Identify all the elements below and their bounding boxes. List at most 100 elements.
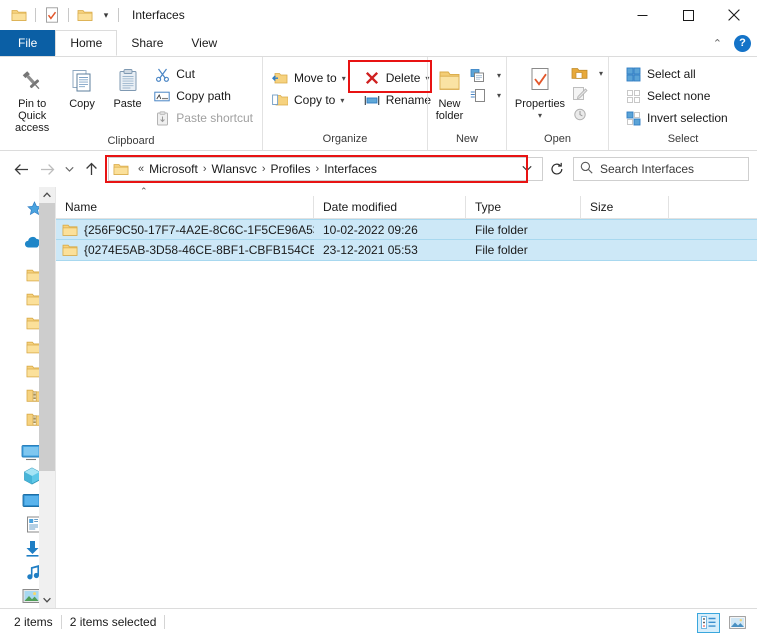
breadcrumb-separator-1[interactable]: ›	[198, 163, 212, 175]
breadcrumb[interactable]: « Microsoft › Wlansvc › Profiles › Inter…	[108, 157, 543, 181]
breadcrumb-item-microsoft[interactable]: Microsoft	[149, 162, 198, 176]
breadcrumb-separator-2[interactable]: ›	[257, 163, 271, 175]
invert-selection-button[interactable]: Invert selection	[621, 107, 732, 129]
edit-button[interactable]	[568, 83, 603, 103]
move-to-icon	[270, 71, 290, 85]
forward-button[interactable]	[34, 156, 60, 182]
pin-to-quick-access-button[interactable]: Pin to Quick access	[5, 61, 59, 134]
breadcrumb-item-profiles[interactable]: Profiles	[271, 162, 311, 176]
column-header-name[interactable]: Name	[56, 196, 314, 218]
collapse-ribbon-icon[interactable]: ⌃	[709, 37, 726, 50]
column-headers: Name Date modified Type Size	[56, 196, 757, 219]
table-row[interactable]: {0274E5AB-3D58-46CE-8BF1-CBFB154CE… 23-1…	[56, 240, 757, 261]
cell-date-modified: 10-02-2022 09:26	[323, 222, 418, 237]
qat-properties-icon[interactable]	[41, 4, 63, 26]
nav-scroll-thumb[interactable]	[39, 203, 55, 471]
search-box[interactable]: Search Interfaces	[573, 157, 749, 181]
cell-name[interactable]: {256F9C50-17F7-4A2E-8C6C-1F5CE96A53…	[56, 219, 314, 240]
breadcrumb-separator-3[interactable]: ›	[311, 163, 325, 175]
tab-file[interactable]: File	[0, 30, 56, 56]
tab-home[interactable]: Home	[55, 30, 118, 56]
easy-access-caret[interactable]: ▾	[497, 91, 501, 100]
nav-scroll-track[interactable]	[39, 203, 55, 592]
ribbon: Pin to Quick access Copy Paste Cut Copy …	[0, 57, 757, 151]
copy-path-button[interactable]: Copy path	[150, 85, 257, 107]
select-all-button[interactable]: Select all	[621, 63, 732, 85]
navigation-scrollbar[interactable]	[39, 187, 55, 608]
maximize-button[interactable]	[665, 0, 711, 30]
breadcrumb-folder-icon	[113, 162, 129, 176]
breadcrumb-item-wlansvc[interactable]: Wlansvc	[211, 162, 256, 176]
clipboard-small-buttons: Cut Copy path Paste shortcut	[150, 61, 257, 129]
paste-shortcut-button[interactable]: Paste shortcut	[150, 107, 257, 129]
cell-size	[581, 219, 669, 240]
qat-folder-icon[interactable]	[8, 4, 30, 26]
copy-button[interactable]: Copy	[59, 61, 104, 110]
cut-label: Cut	[176, 67, 195, 81]
window-title: Interfaces	[132, 8, 185, 22]
file-list-pane: ⌃ Name Date modified Type Size {256F9C50…	[55, 187, 757, 608]
refresh-button[interactable]	[545, 157, 569, 181]
new-small-buttons: ▾ ▾	[466, 61, 501, 105]
column-header-size[interactable]: Size	[581, 196, 669, 218]
large-icons-view-button[interactable]	[726, 613, 749, 633]
qat-dropdown-caret[interactable]: ▾	[99, 4, 113, 26]
close-button[interactable]	[711, 0, 757, 30]
back-button[interactable]	[8, 156, 34, 182]
open-folder-button[interactable]: ▾	[568, 63, 603, 83]
select-none-icon	[623, 89, 643, 104]
breadcrumb-item-interfaces[interactable]: Interfaces	[324, 162, 377, 176]
explorer-window: ▾ Interfaces File Home Share View ⌃ ? Pi…	[0, 0, 757, 635]
new-item-caret[interactable]: ▾	[497, 71, 501, 80]
search-input[interactable]: Search Interfaces	[600, 162, 694, 176]
folder-icon	[62, 243, 78, 257]
new-folder-label-line1: New	[438, 98, 461, 110]
breadcrumb-overflow[interactable]: «	[133, 163, 149, 175]
up-button[interactable]	[78, 156, 104, 182]
easy-access-button[interactable]: ▾	[466, 85, 501, 105]
open-folder-caret[interactable]: ▾	[599, 69, 603, 78]
details-view-button[interactable]	[697, 612, 720, 633]
delete-button[interactable]: Delete ▾	[360, 67, 435, 89]
copy-path-icon	[152, 90, 172, 103]
help-icon[interactable]: ?	[734, 34, 751, 52]
open-small-buttons: ▾	[568, 61, 603, 123]
rename-button[interactable]: Rename	[360, 89, 435, 111]
column-header-date-modified[interactable]: Date modified	[314, 196, 466, 218]
select-none-button[interactable]: Select none	[621, 85, 732, 107]
paste-button[interactable]: Paste	[105, 61, 150, 110]
column-header-type[interactable]: Type	[466, 196, 581, 218]
properties-label: Properties	[514, 98, 566, 110]
rename-label: Rename	[385, 93, 432, 107]
new-folder-button[interactable]: New folder	[433, 61, 466, 122]
properties-caret[interactable]: ▾	[538, 110, 542, 122]
copy-to-caret[interactable]: ▾	[340, 96, 344, 105]
scissors-icon	[152, 67, 172, 82]
ribbon-group-open: Properties ▾ ▾ Open	[506, 57, 608, 150]
navigation-pane	[0, 187, 55, 608]
cut-button[interactable]: Cut	[150, 63, 257, 85]
minimize-button[interactable]	[619, 0, 665, 30]
recent-locations-button[interactable]	[60, 156, 78, 182]
move-to-caret[interactable]: ▾	[342, 74, 346, 83]
history-button[interactable]	[568, 103, 603, 123]
nav-scroll-down-button[interactable]	[39, 592, 55, 608]
quick-access-toolbar: ▾ Interfaces	[0, 4, 185, 26]
cell-type: File folder	[475, 222, 528, 237]
paste-icon	[115, 64, 141, 98]
copy-to-label: Copy to	[294, 93, 336, 107]
caption-buttons	[619, 0, 757, 30]
properties-button[interactable]: Properties ▾	[512, 61, 568, 122]
cell-name[interactable]: {0274E5AB-3D58-46CE-8BF1-CBFB154CE…	[56, 240, 314, 261]
easy-access-icon	[468, 88, 488, 103]
qat-new-folder-icon[interactable]	[74, 4, 96, 26]
breadcrumb-dropdown-icon[interactable]	[516, 163, 538, 175]
nav-scroll-up-button[interactable]	[39, 187, 55, 203]
copy-to-button[interactable]: Copy to ▾	[268, 89, 350, 111]
move-to-button[interactable]: Move to ▾	[268, 67, 350, 89]
new-item-button[interactable]: ▾	[466, 65, 501, 85]
tab-share[interactable]: Share	[117, 30, 177, 56]
cell-date-modified: 23-12-2021 05:53	[323, 243, 418, 257]
tab-view[interactable]: View	[177, 30, 231, 56]
table-row[interactable]: {256F9C50-17F7-4A2E-8C6C-1F5CE96A53… 10-…	[56, 219, 757, 240]
